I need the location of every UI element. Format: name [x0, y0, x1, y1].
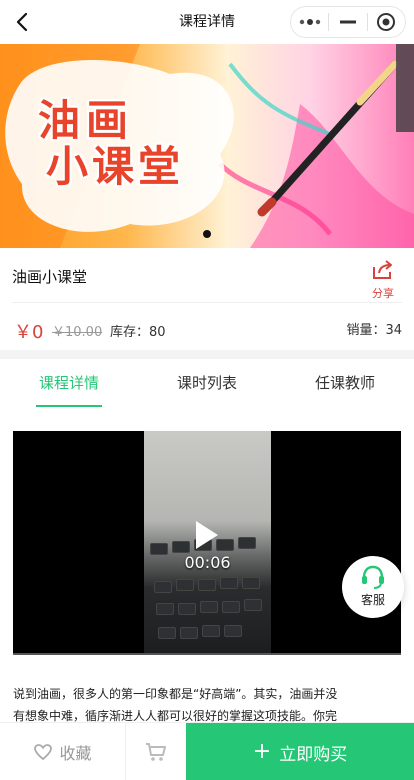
share-button[interactable]: 分享	[368, 258, 398, 301]
play-icon[interactable]	[196, 521, 218, 549]
minus-icon	[339, 20, 356, 24]
buy-now-label: 立即购买	[279, 744, 348, 765]
close-button[interactable]	[368, 7, 405, 37]
bottom-action-bar: 收藏 + 立即购买	[0, 722, 414, 780]
course-info-card: 油画小课堂 分享 ￥0 ￥10.00 库存：80 销量：34	[0, 248, 414, 350]
tab-teachers[interactable]: 任课教师	[276, 359, 414, 407]
share-label: 分享	[372, 287, 394, 300]
miniprogram-capsule	[290, 6, 406, 38]
navigation-bar: 课程详情	[0, 0, 414, 44]
customer-service-button[interactable]: 客服	[342, 556, 404, 618]
description-line: 有想象中难，循序渐进人人都可以很好的掌握这项技能。你完	[13, 709, 338, 722]
headset-icon	[362, 565, 384, 589]
description-line: 说到油画，很多人的第一印象都是“好高端”。其实，油画并没	[13, 687, 338, 701]
course-name: 油画小课堂	[12, 268, 88, 286]
tab-lesson-list[interactable]: 课时列表	[138, 359, 276, 407]
banner-title-line1: 油画	[38, 96, 135, 145]
banner-title: 油画 小课堂	[38, 96, 218, 192]
banner-edge-overlay	[396, 44, 414, 132]
more-dots-icon	[299, 19, 320, 25]
carousel-indicator-dot[interactable]	[203, 230, 211, 238]
customer-service-label: 客服	[360, 593, 385, 607]
current-price: ￥0	[14, 322, 44, 343]
tab-course-details[interactable]: 课程详情	[0, 359, 138, 407]
buy-now-button[interactable]: + 立即购买	[186, 723, 414, 780]
cart-icon	[146, 743, 166, 761]
minimize-button[interactable]	[329, 7, 366, 37]
video-progress-track	[13, 653, 401, 655]
tab-bar: 课程详情 课时列表 任课教师	[0, 359, 414, 407]
video-player[interactable]: 00:06	[13, 431, 401, 655]
share-icon	[373, 260, 392, 279]
stock-count: 库存：80	[110, 325, 166, 340]
target-icon	[377, 13, 396, 31]
video-time: 00:06	[184, 553, 231, 572]
course-description: 说到油画，很多人的第一印象都是“好高端”。其实，油画并没 有想象中难，循序渐进人…	[13, 683, 402, 722]
sales-count: 销量：34	[346, 323, 402, 338]
heart-icon	[34, 744, 53, 761]
banner-title-line2: 小课堂	[46, 142, 185, 192]
original-price: ￥10.00	[52, 325, 103, 340]
course-banner[interactable]: 油画 小课堂	[0, 44, 414, 248]
divider	[12, 302, 402, 303]
cart-button[interactable]	[126, 723, 186, 780]
plus-icon: +	[252, 739, 272, 764]
favorite-button[interactable]: 收藏	[0, 723, 125, 780]
favorite-label: 收藏	[59, 744, 92, 763]
more-button[interactable]	[291, 7, 328, 37]
